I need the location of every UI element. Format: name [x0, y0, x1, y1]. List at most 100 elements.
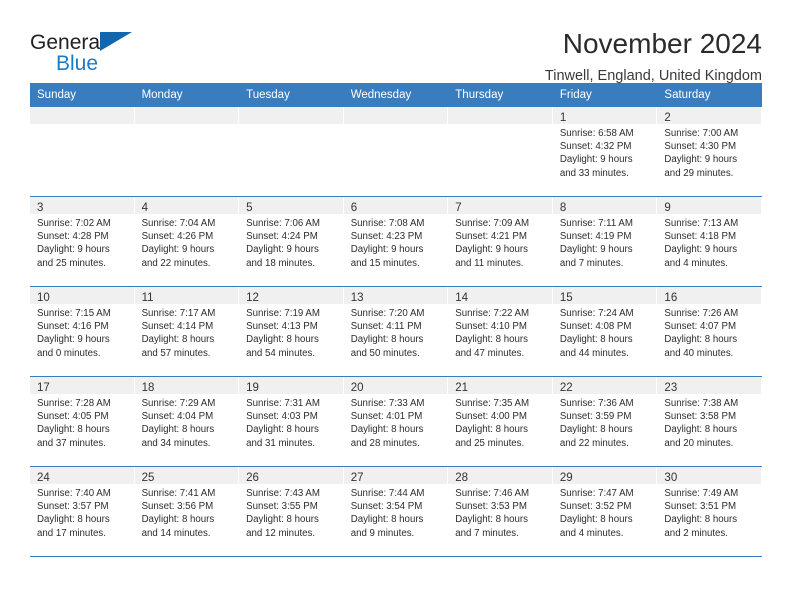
calendar-day-cell[interactable]: 28 Sunrise: 7:46 AM Sunset: 3:53 PM Dayligh…	[448, 467, 553, 556]
daylight-text-line1: Daylight: 8 hours	[350, 514, 424, 526]
sunrise-text: Sunrise: 7:13 AM	[664, 218, 739, 229]
calendar-day-cell[interactable]: 27 Sunrise: 7:44 AM Sunset: 3:54 PM Dayligh…	[343, 467, 449, 556]
calendar-day-cell[interactable]: 10 Sunrise: 7:15 AM Sunset: 4:16 PM Dayligh…	[30, 287, 135, 376]
calendar-day-cell[interactable]: 9 Sunrise: 7:13 AM Sunset: 4:18 PM Daylight…	[657, 197, 762, 286]
daylight-text-line1: Daylight: 9 hours	[664, 154, 738, 166]
calendar-day-cell[interactable]: 13 Sunrise: 7:20 AM Sunset: 4:11 PM Dayligh…	[343, 287, 449, 376]
sunset-text: Sunset: 4:07 PM	[664, 321, 737, 333]
daylight-text-line2: and 22 minutes.	[141, 257, 211, 269]
day-number-band: 6	[343, 197, 448, 214]
daylight-text-line2: and 34 minutes.	[141, 437, 211, 449]
day-number-band	[343, 107, 448, 124]
daylight-text-line2: and 25 minutes.	[37, 257, 106, 269]
daylight-text-line1: Daylight: 9 hours	[141, 244, 215, 256]
sunrise-text: Sunrise: 7:43 AM	[246, 488, 320, 499]
calendar-day-cell[interactable]: 5 Sunrise: 7:06 AM Sunset: 4:24 PM Daylight…	[239, 197, 344, 286]
calendar-day-cell[interactable]: 3 Sunrise: 7:02 AM Sunset: 4:28 PM Daylight…	[30, 197, 135, 286]
sunrise-text: Sunrise: 7:22 AM	[455, 308, 530, 319]
day-number-band	[30, 107, 134, 124]
daylight-text-line2: and 7 minutes.	[455, 527, 519, 539]
sunrise-text: Sunrise: 7:31 AM	[246, 398, 320, 409]
day-number: 18	[141, 382, 155, 394]
day-number: 10	[37, 292, 50, 304]
daylight-text-line2: and 37 minutes.	[37, 437, 106, 449]
daylight-text-line2: and 31 minutes.	[246, 437, 316, 449]
sunrise-text: Sunrise: 6:58 AM	[559, 128, 634, 139]
sunset-text: Sunset: 4:23 PM	[350, 231, 423, 243]
calendar-day-cell[interactable]: 19 Sunrise: 7:31 AM Sunset: 4:03 PM Dayligh…	[239, 377, 344, 466]
day-number: 14	[455, 292, 469, 304]
sunrise-text: Sunrise: 7:40 AM	[37, 488, 111, 499]
calendar-day-cell[interactable]: 20 Sunrise: 7:33 AM Sunset: 4:01 PM Dayligh…	[343, 377, 449, 466]
daylight-text-line2: and 4 minutes.	[664, 257, 728, 269]
calendar-day-cell[interactable]: 16 Sunrise: 7:26 AM Sunset: 4:07 PM Dayligh…	[657, 287, 762, 376]
sunrise-text: Sunrise: 7:41 AM	[141, 488, 216, 499]
calendar-day-cell[interactable]: 30 Sunrise: 7:49 AM Sunset: 3:51 PM Dayligh…	[657, 467, 762, 556]
calendar-day-cell[interactable]: 25 Sunrise: 7:41 AM Sunset: 3:56 PM Dayligh…	[134, 467, 240, 556]
daylight-text-line1: Daylight: 8 hours	[37, 424, 110, 436]
day-number: 27	[350, 472, 364, 484]
day-details: Sunrise: 7:35 AM Sunset: 4:00 PM Daylight:…	[448, 394, 552, 450]
day-number-band: 1	[552, 107, 657, 124]
daylight-text-line1: Daylight: 8 hours	[664, 514, 738, 526]
sunrise-text: Sunrise: 7:47 AM	[559, 488, 634, 499]
calendar-day-cell[interactable]: 22 Sunrise: 7:36 AM Sunset: 3:59 PM Dayligh…	[552, 377, 658, 466]
sunset-text: Sunset: 4:26 PM	[141, 231, 214, 243]
calendar-day-cell[interactable]: 4 Sunrise: 7:04 AM Sunset: 4:26 PM Daylight…	[134, 197, 240, 286]
day-number-band: 27	[343, 467, 448, 484]
daylight-text-line1: Daylight: 8 hours	[559, 424, 633, 436]
sunset-text: Sunset: 3:56 PM	[141, 501, 214, 513]
day-details: Sunrise: 7:38 AM Sunset: 3:58 PM Daylight:…	[657, 394, 761, 450]
calendar-day-cell[interactable]: 18 Sunrise: 7:29 AM Sunset: 4:04 PM Dayligh…	[134, 377, 240, 466]
calendar-day-cell[interactable]: 6 Sunrise: 7:08 AM Sunset: 4:23 PM Daylight…	[343, 197, 449, 286]
weeks-container: 1 Sunrise: 6:58 AM Sunset: 4:32 PM Daylight…	[30, 107, 762, 557]
calendar-day-cell[interactable]: 2 Sunrise: 7:00 AM Sunset: 4:30 PM Daylight…	[657, 107, 762, 196]
calendar-day-cell[interactable]: 23 Sunrise: 7:38 AM Sunset: 3:58 PM Dayligh…	[657, 377, 762, 466]
calendar-day-cell[interactable]: 26 Sunrise: 7:43 AM Sunset: 3:55 PM Dayligh…	[239, 467, 344, 556]
title-block: November 2024 Tinwell, England, United K…	[545, 28, 762, 86]
day-number: 1	[559, 112, 567, 124]
calendar-day-cell[interactable]: 29 Sunrise: 7:47 AM Sunset: 3:52 PM Dayligh…	[552, 467, 658, 556]
day-details: Sunrise: 7:00 AM Sunset: 4:30 PM Daylight:…	[657, 124, 761, 180]
day-number: 22	[559, 382, 573, 394]
sunset-text: Sunset: 3:52 PM	[559, 501, 632, 513]
day-number-band: 7	[448, 197, 552, 214]
day-number-band: 19	[239, 377, 343, 394]
daylight-text-line1: Daylight: 8 hours	[664, 424, 738, 436]
calendar-day-cell[interactable]: 7 Sunrise: 7:09 AM Sunset: 4:21 PM Daylight…	[448, 197, 553, 286]
daylight-text-line2: and 4 minutes.	[559, 527, 624, 539]
daylight-text-line1: Daylight: 8 hours	[246, 514, 319, 526]
calendar-day-cell[interactable]: 21 Sunrise: 7:35 AM Sunset: 4:00 PM Dayligh…	[448, 377, 553, 466]
day-number: 17	[37, 382, 50, 394]
day-number-band: 12	[239, 287, 343, 304]
calendar-day-cell[interactable]: 24 Sunrise: 7:40 AM Sunset: 3:57 PM Dayligh…	[30, 467, 135, 556]
calendar-day-cell[interactable]: 8 Sunrise: 7:11 AM Sunset: 4:19 PM Daylight…	[552, 197, 658, 286]
calendar-day-cell-empty	[134, 107, 240, 196]
day-details	[135, 124, 239, 127]
calendar-day-cell[interactable]: 12 Sunrise: 7:19 AM Sunset: 4:13 PM Dayligh…	[239, 287, 344, 376]
sunset-text: Sunset: 4:16 PM	[37, 321, 109, 333]
weekday-header-thursday: Thursday	[455, 89, 504, 101]
calendar-day-cell[interactable]: 11 Sunrise: 7:17 AM Sunset: 4:14 PM Dayligh…	[134, 287, 240, 376]
day-details: Sunrise: 7:47 AM Sunset: 3:52 PM Daylight:…	[553, 484, 657, 540]
day-number: 29	[559, 472, 573, 484]
day-number-band: 4	[134, 197, 239, 214]
general-blue-logo[interactable]: General Blue	[30, 28, 230, 74]
sunrise-text: Sunrise: 7:17 AM	[141, 308, 216, 319]
sunset-text: Sunset: 4:11 PM	[350, 321, 422, 333]
day-number: 11	[141, 292, 154, 304]
day-number-band	[239, 107, 343, 124]
calendar-day-cell-empty	[343, 107, 449, 196]
calendar-day-cell[interactable]: 1 Sunrise: 6:58 AM Sunset: 4:32 PM Daylight…	[552, 107, 658, 196]
daylight-text-line2: and 28 minutes.	[350, 437, 420, 449]
day-number-band: 26	[239, 467, 343, 484]
sunset-text: Sunset: 4:00 PM	[455, 411, 527, 423]
calendar-day-cell[interactable]: 15 Sunrise: 7:24 AM Sunset: 4:08 PM Dayligh…	[552, 287, 658, 376]
day-number-band: 8	[552, 197, 657, 214]
day-number: 26	[246, 472, 259, 484]
calendar-day-cell[interactable]: 14 Sunrise: 7:22 AM Sunset: 4:10 PM Dayligh…	[448, 287, 553, 376]
sunset-text: Sunset: 3:57 PM	[37, 501, 109, 513]
day-details	[30, 124, 134, 127]
daylight-text-line2: and 12 minutes.	[246, 527, 316, 539]
calendar-day-cell[interactable]: 17 Sunrise: 7:28 AM Sunset: 4:05 PM Dayligh…	[30, 377, 135, 466]
